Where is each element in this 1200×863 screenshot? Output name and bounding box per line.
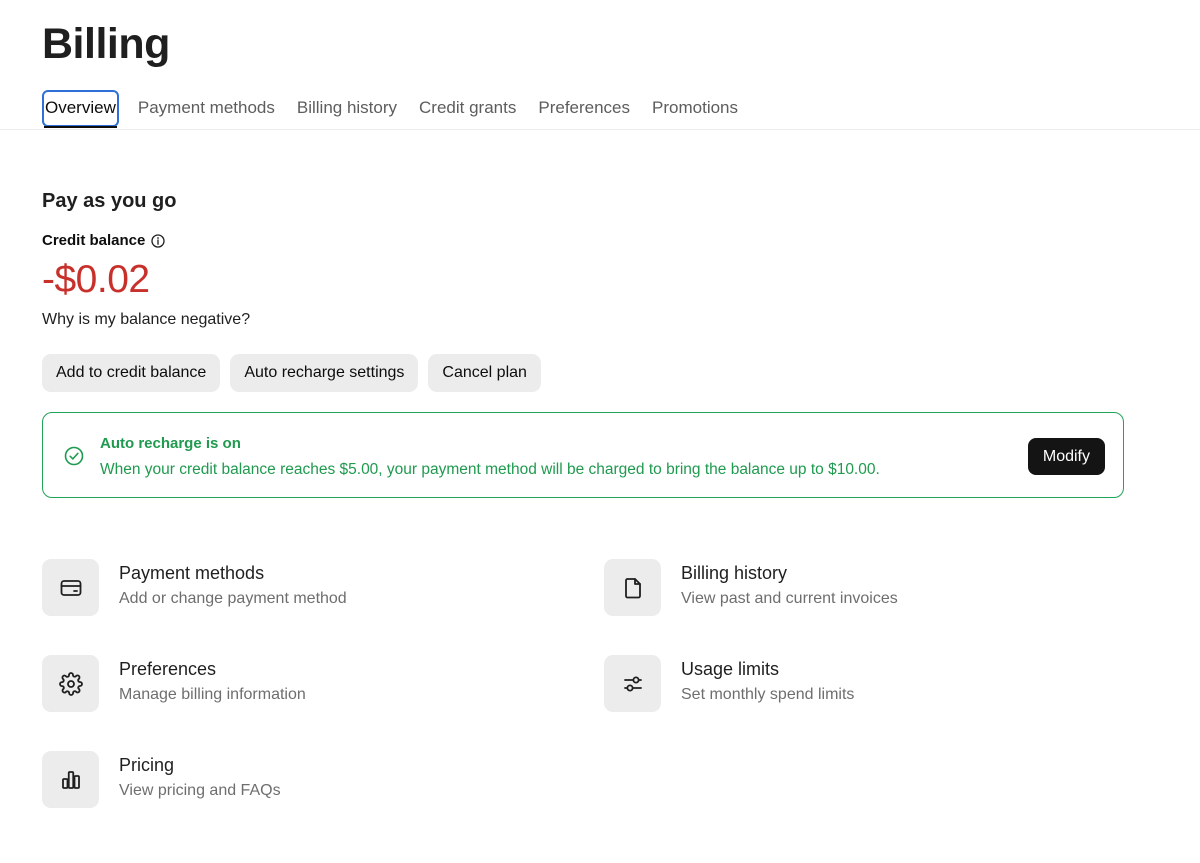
credit-card-icon	[42, 559, 99, 616]
link-subtitle: Set monthly spend limits	[681, 686, 855, 703]
link-subtitle: Manage billing information	[119, 686, 306, 703]
tab-payment-methods[interactable]: Payment methods	[138, 90, 275, 127]
tab-promotions[interactable]: Promotions	[652, 90, 738, 127]
sliders-icon	[604, 655, 661, 712]
link-title: Billing history	[681, 563, 788, 583]
tab-billing-history[interactable]: Billing history	[297, 90, 397, 127]
link-subtitle: View past and current invoices	[681, 590, 898, 607]
negative-balance-link[interactable]: Why is my balance negative?	[42, 311, 250, 329]
link-title: Preferences	[119, 659, 217, 679]
link-usage-limits[interactable]: Usage limits Set monthly spend limits	[604, 655, 854, 712]
link-preferences[interactable]: Preferences Manage billing information	[42, 655, 306, 712]
modify-button[interactable]: Modify	[1027, 438, 1105, 475]
tab-preferences[interactable]: Preferences	[538, 90, 630, 127]
info-icon[interactable]	[151, 233, 166, 248]
check-circle-icon	[64, 446, 84, 466]
credit-balance-label-text: Credit balance	[42, 232, 146, 249]
link-subtitle: Add or change payment method	[119, 590, 347, 607]
cancel-plan-button[interactable]: Cancel plan	[428, 354, 541, 392]
auto-recharge-settings-button[interactable]: Auto recharge settings	[230, 354, 419, 392]
alert-title: Auto recharge is on	[100, 435, 241, 452]
link-title: Usage limits	[681, 659, 780, 679]
auto-recharge-alert: Auto recharge is on When your credit bal…	[42, 412, 1124, 498]
link-subtitle: View pricing and FAQs	[119, 782, 281, 799]
document-icon	[604, 559, 661, 616]
add-credit-button[interactable]: Add to credit balance	[42, 354, 221, 392]
tabs-divider	[0, 129, 1200, 130]
plan-title: Pay as you go	[42, 190, 177, 212]
page-title: Billing	[42, 20, 170, 68]
link-billing-history[interactable]: Billing history View past and current in…	[604, 559, 898, 616]
gear-icon	[42, 655, 99, 712]
link-title: Payment methods	[119, 563, 265, 583]
bar-chart-icon	[42, 751, 99, 808]
tab-overview[interactable]: Overview	[42, 90, 119, 128]
credit-balance-label: Credit balance	[42, 232, 166, 249]
billing-tabs: Overview Payment methods Billing history…	[42, 90, 760, 128]
link-pricing[interactable]: Pricing View pricing and FAQs	[42, 751, 281, 808]
link-payment-methods[interactable]: Payment methods Add or change payment me…	[42, 559, 347, 616]
plan-actions: Add to credit balance Auto recharge sett…	[42, 354, 541, 392]
tab-credit-grants[interactable]: Credit grants	[419, 90, 516, 127]
link-title: Pricing	[119, 755, 175, 775]
credit-balance-value: -$0.02	[42, 258, 150, 301]
alert-text: When your credit balance reaches $5.00, …	[100, 461, 880, 478]
